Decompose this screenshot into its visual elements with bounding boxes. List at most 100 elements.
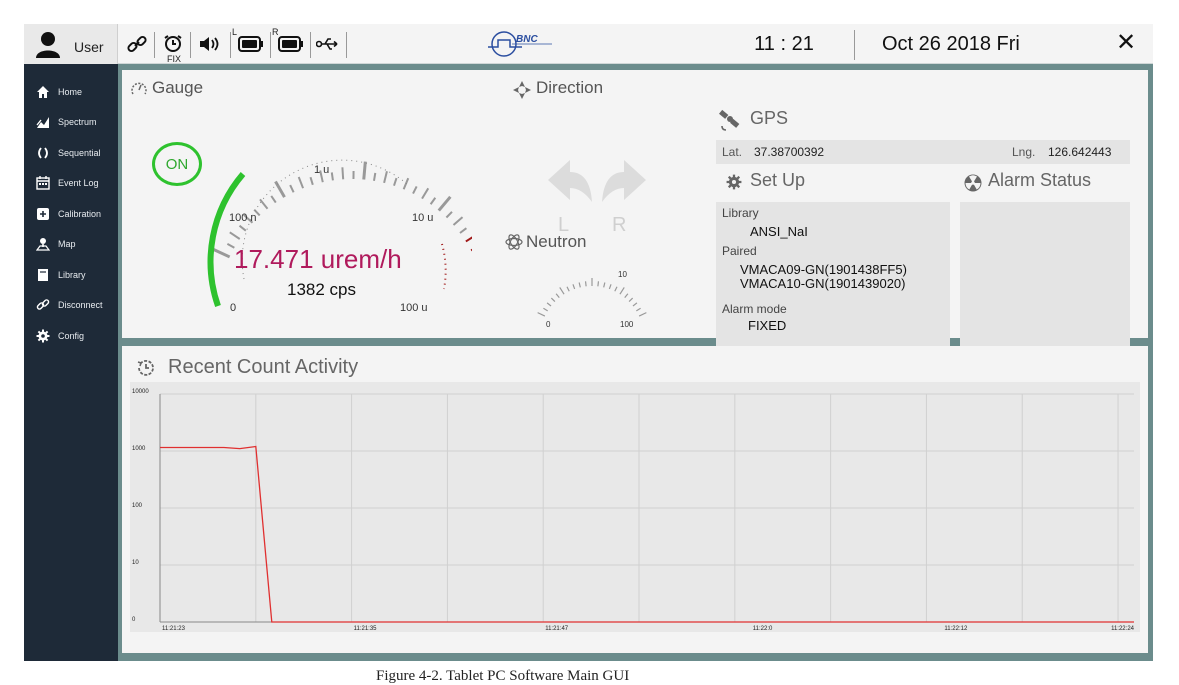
neutron-tick bbox=[537, 312, 546, 317]
gauge-tick bbox=[259, 198, 269, 210]
neutron-tick bbox=[614, 286, 618, 292]
usb-icon[interactable] bbox=[314, 30, 342, 58]
sidebar-item-config[interactable]: Config bbox=[24, 322, 118, 350]
lng-value: 126.642443 bbox=[1048, 145, 1112, 159]
gauge-tick bbox=[270, 195, 277, 204]
sidebar-item-label: Calibration bbox=[58, 209, 102, 219]
on-toggle-button[interactable]: ON bbox=[152, 142, 202, 186]
paired-label: Paired bbox=[722, 244, 757, 258]
sidebar-item-event-log[interactable]: Event Log bbox=[24, 169, 118, 197]
neutron-gauge bbox=[537, 278, 647, 317]
activity-title: Recent Count Activity bbox=[168, 356, 359, 378]
gauge-label-1u: 1 u bbox=[314, 164, 330, 176]
library-label: Library bbox=[722, 206, 759, 220]
sequential-icon bbox=[38, 147, 48, 159]
gauge-tick bbox=[212, 247, 231, 259]
calibration-icon bbox=[37, 208, 49, 220]
gauge-tick bbox=[421, 187, 430, 200]
gauge-icon bbox=[131, 82, 147, 95]
top-bar: User FIX L R BNC 11: 21 Oct 26 2018 Fri… bbox=[24, 24, 1153, 64]
toolbar-divider bbox=[230, 32, 231, 58]
neutron-tick bbox=[550, 297, 556, 302]
neutron-tick bbox=[555, 293, 560, 298]
right-arrow-icon bbox=[602, 160, 646, 202]
activity-panel: Recent Count Activity 10000 1000 100 10 0 11:… bbox=[122, 346, 1148, 653]
figure-caption: Figure 4-2. Tablet PC Software Main GUI bbox=[376, 668, 630, 684]
speaker-icon[interactable] bbox=[196, 30, 226, 58]
sidebar-item-sequential[interactable]: Sequential bbox=[24, 139, 118, 167]
sidebar-item-label: Sequential bbox=[58, 148, 101, 158]
battery-left-icon bbox=[236, 30, 266, 58]
paired-device-1: VMACA09-GN(1901438FF5) bbox=[740, 262, 907, 277]
toolbar-divider bbox=[346, 32, 347, 58]
gauge-tick bbox=[459, 227, 467, 234]
neutron-tick bbox=[543, 307, 548, 312]
radiation-icon bbox=[964, 174, 982, 192]
gauge-label-100u: 100 u bbox=[400, 302, 428, 314]
logo-text: BNC bbox=[516, 34, 538, 45]
neutron-tick bbox=[584, 281, 587, 287]
y-tick-label: 100 bbox=[132, 503, 143, 509]
toolbar-divider bbox=[270, 32, 271, 58]
setup-title: Set Up bbox=[750, 170, 806, 190]
gauge-tick bbox=[429, 197, 437, 205]
gauge-tick bbox=[452, 216, 464, 226]
left-arrow-icon bbox=[548, 160, 592, 202]
sidebar-item-map[interactable]: Map bbox=[24, 230, 118, 258]
toolbar-divider bbox=[190, 32, 191, 58]
direction-right-label: R bbox=[612, 214, 627, 236]
sidebar-item-label: Disconnect bbox=[58, 300, 103, 310]
battery-right-icon bbox=[276, 30, 306, 58]
toolbar-divider bbox=[310, 32, 311, 58]
sidebar-item-label: Library bbox=[58, 270, 86, 280]
gear-icon bbox=[726, 174, 742, 190]
gear-icon bbox=[36, 329, 50, 343]
alarm-status-title: Alarm Status bbox=[988, 170, 1092, 190]
gauge-tick bbox=[362, 161, 367, 180]
bnc-logo: BNC bbox=[488, 31, 552, 57]
satellite-icon bbox=[719, 109, 740, 131]
neutron-label-100: 100 bbox=[620, 320, 634, 329]
neutron-tick bbox=[578, 282, 581, 288]
gauge-label-10u: 10 u bbox=[412, 212, 434, 224]
sidebar-item-home[interactable]: Home bbox=[24, 78, 118, 106]
alarm-status-box bbox=[960, 202, 1130, 348]
neutron-tick bbox=[628, 297, 634, 302]
sidebar-item-label: Map bbox=[58, 239, 76, 249]
dashboard-panel: Gauge ON 100 n 1 u 10 u 0 100 u 17.471 u… bbox=[122, 70, 1148, 348]
sidebar-item-spectrum[interactable]: Spectrum bbox=[24, 108, 118, 136]
gauge-tick bbox=[412, 185, 418, 195]
x-tick-label: 11:22:24 bbox=[1111, 626, 1135, 632]
count-activity-chart: 10000 1000 100 10 0 11:21:23 11:21:35 11:21:47 1… bbox=[130, 382, 1140, 632]
lat-value: 37.38700392 bbox=[754, 145, 825, 159]
fix-label: FIX bbox=[167, 54, 182, 64]
gauge-tick bbox=[229, 231, 241, 240]
x-tick-label: 11:22:12 bbox=[944, 626, 968, 632]
sidebar-item-disconnect[interactable]: Disconnect bbox=[24, 291, 118, 319]
clock-date: Oct 26 2018 Fri bbox=[882, 33, 1020, 55]
calendar-icon bbox=[36, 176, 50, 190]
user-label: User bbox=[74, 39, 104, 55]
gauge-tick bbox=[297, 176, 305, 189]
link-icon[interactable] bbox=[124, 30, 150, 58]
gauge-tick bbox=[373, 172, 377, 181]
close-button[interactable]: ✕ bbox=[1116, 29, 1136, 57]
map-icon bbox=[36, 238, 50, 251]
gps-readout: Lat. 37.38700392 Lng. 126.642443 bbox=[716, 140, 1130, 164]
gps-title: GPS bbox=[750, 108, 789, 128]
sidebar-item-calibration[interactable]: Calibration bbox=[24, 200, 118, 228]
user-menu[interactable]: User bbox=[24, 24, 118, 64]
gauge-tick bbox=[445, 211, 453, 219]
lng-label: Lng. bbox=[1012, 145, 1036, 159]
gauge-inner-dots-red bbox=[441, 243, 447, 290]
sidebar-item-label: Event Log bbox=[58, 178, 99, 188]
gauge-title: Gauge bbox=[152, 78, 204, 97]
home-icon bbox=[37, 86, 49, 98]
x-tick-label: 11:22:0 bbox=[753, 626, 773, 632]
neutron-title: Neutron bbox=[526, 232, 587, 251]
y-tick-label: 1000 bbox=[132, 446, 146, 452]
setup-info: Library ANSI_NaI Paired VMACA09-GN(19014… bbox=[716, 202, 950, 348]
chart-canvas: 10000100010010011:21:23 11:21:35 11:21:47 1… bbox=[132, 389, 1135, 632]
y-tick-label: 10000 bbox=[132, 389, 149, 395]
sidebar-item-library[interactable]: Library bbox=[24, 261, 118, 289]
